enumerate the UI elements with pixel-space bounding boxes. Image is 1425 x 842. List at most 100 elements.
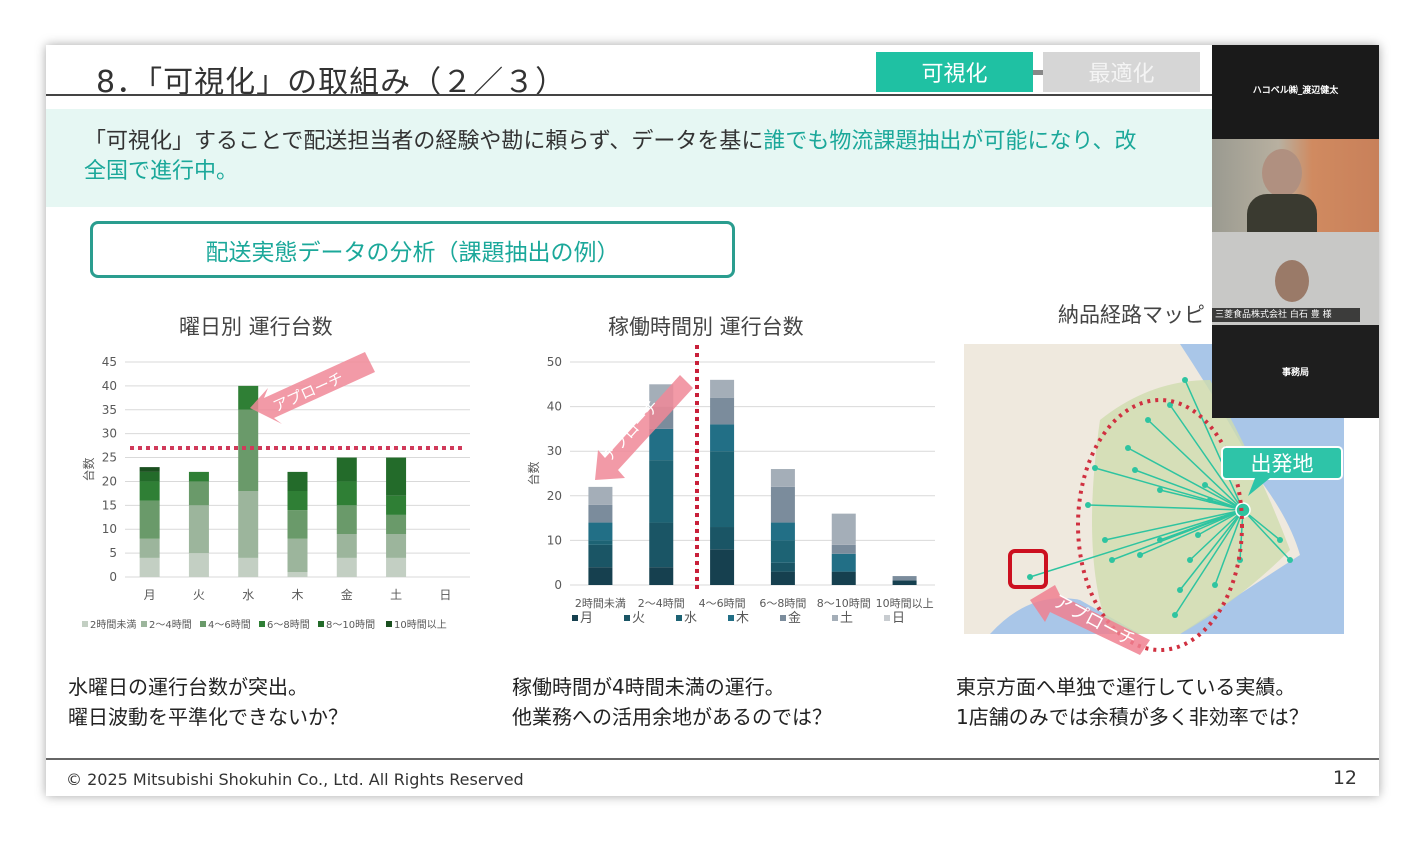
video-panel: ハコベル㈱_渡辺健太 三菱食品株式会社 白石 豊 様 事務局	[1212, 45, 1379, 418]
legend-label: 水	[684, 611, 697, 626]
stop-marker	[1027, 574, 1033, 580]
bar-segment	[710, 379, 735, 398]
bar-segment	[588, 540, 613, 545]
stop-marker	[1172, 612, 1178, 618]
stop-marker	[1187, 557, 1193, 563]
bar-segment	[831, 571, 856, 585]
bar-segment	[588, 567, 613, 585]
bar-segment	[649, 460, 674, 523]
x-tick-label: 4～6時間	[699, 597, 746, 610]
y-tick-label: 10	[102, 522, 117, 536]
video-tile-2[interactable]	[1212, 139, 1379, 232]
participant-name: 事務局	[1281, 368, 1309, 378]
bar-segment	[287, 572, 308, 577]
bar-segment	[238, 491, 259, 558]
bar-segment	[336, 481, 357, 506]
y-tick-label: 0	[554, 578, 562, 592]
legend-swatch	[676, 615, 682, 621]
bar-segment	[386, 457, 407, 496]
bar-segment	[287, 471, 308, 491]
stop-marker	[1102, 537, 1108, 543]
y-tick-label: 20	[547, 489, 562, 503]
video-tile-1[interactable]: ハコベル㈱_渡辺健太	[1212, 45, 1379, 139]
x-tick-label: 土	[390, 588, 402, 602]
bar-segment	[710, 397, 735, 425]
stop-marker	[1125, 445, 1131, 451]
bar-segment	[710, 424, 735, 452]
chart-hours: 0 10 20 30 40 50 台数 2時間未満 2～4時間 4～6時間 6～8時間 8～10時間 1…	[526, 345, 935, 626]
legend-swatch	[832, 615, 838, 621]
legend-swatch	[259, 621, 265, 627]
legend-swatch	[386, 621, 392, 627]
legend-label: 4～6時間	[208, 619, 251, 631]
legend-label: 金	[788, 610, 801, 626]
bar-segment	[831, 544, 856, 554]
bar-segment	[649, 522, 674, 568]
bar-segment	[649, 428, 674, 461]
video-tile-3[interactable]: 三菱食品株式会社 白石 豊 様	[1212, 232, 1379, 325]
bar-segment	[336, 557, 357, 577]
stop-marker	[1145, 417, 1151, 423]
bar-segment	[710, 527, 735, 550]
stop-marker	[1092, 465, 1098, 471]
y-tick-label: 25	[102, 451, 117, 465]
bar-segment	[386, 534, 407, 558]
bar-segment	[386, 495, 407, 515]
bar-segment	[139, 467, 160, 472]
y-tick-label: 30	[547, 444, 562, 458]
bar-segment	[770, 469, 795, 487]
stop-marker	[1195, 532, 1201, 538]
bar-segment	[770, 562, 795, 572]
y-tick-label: 0	[109, 570, 117, 584]
legend-swatch	[780, 615, 786, 621]
x-tick-label: 10時間以上	[876, 597, 934, 610]
x-tick-label: 8～10時間	[817, 597, 871, 610]
stop-marker	[1085, 502, 1091, 508]
y-axis-label: 台数	[81, 457, 96, 481]
legend-swatch	[624, 615, 630, 621]
bar-segment	[588, 522, 613, 541]
y-tick-label: 45	[102, 355, 117, 369]
x-tick-label: 2時間未満	[575, 597, 626, 610]
participant-name: 三菱食品株式会社 白石 豊 様	[1212, 308, 1360, 322]
participant-face	[1262, 149, 1302, 197]
y-tick-label: 35	[102, 403, 117, 417]
stop-marker	[1277, 537, 1283, 543]
bar-segment	[649, 567, 674, 585]
bar-segment	[287, 491, 308, 511]
stop-marker	[1157, 487, 1163, 493]
bar-segment	[386, 557, 407, 577]
bar-segment	[892, 580, 917, 585]
legend-swatch	[572, 615, 578, 621]
stop-marker	[1212, 582, 1218, 588]
bar-segment	[139, 481, 160, 501]
participant-body	[1247, 194, 1317, 232]
x-tick-label: 火	[193, 588, 205, 602]
bar-segment	[139, 471, 160, 482]
bar-segment	[588, 486, 613, 505]
x-tick-label: 6～8時間	[759, 597, 806, 610]
bar-segment	[238, 557, 259, 577]
bar-segment	[188, 505, 209, 554]
bar-segment	[188, 553, 209, 577]
x-tick-label: 木	[291, 588, 303, 602]
stop-marker	[1202, 482, 1208, 488]
stop-marker	[1157, 537, 1163, 543]
legend-label: 土	[840, 611, 853, 626]
legend-label: 6～8時間	[267, 619, 310, 631]
bar-segment	[588, 544, 613, 568]
legend-swatch	[200, 621, 206, 627]
bar-segment	[892, 576, 917, 581]
x-tick-label: 月	[144, 588, 156, 602]
bar-segment	[710, 549, 735, 585]
legend-swatch	[82, 621, 88, 627]
legend-swatch	[728, 615, 734, 621]
participant-name: ハコベル㈱_渡辺健太	[1252, 86, 1339, 96]
bar-segment	[336, 534, 357, 558]
bar-segment	[336, 457, 357, 482]
bar-segment	[188, 481, 209, 506]
legend-label: 火	[632, 611, 645, 626]
bar-segment	[336, 505, 357, 534]
legend-swatch	[318, 621, 324, 627]
bar-segment	[139, 538, 160, 558]
